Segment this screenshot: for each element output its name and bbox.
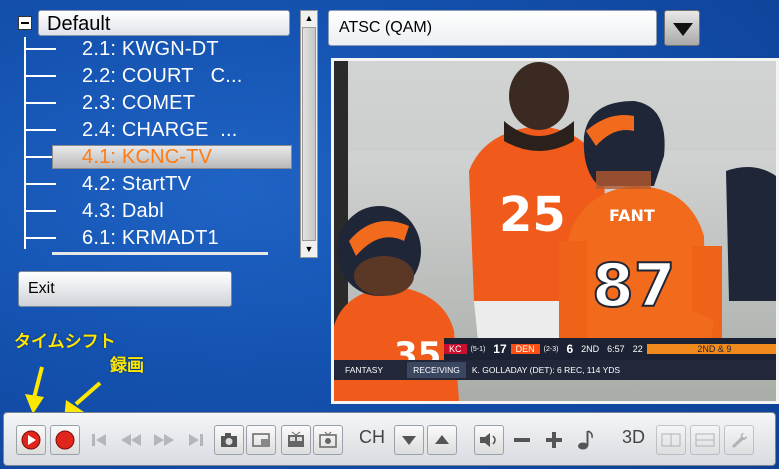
tv-icon (288, 431, 304, 447)
channel-item-label: 4.1: KCNC-TV (82, 146, 213, 168)
team1-record: (5-1) (470, 345, 486, 353)
list-divider (52, 252, 268, 255)
record-annotation: 録画 (110, 356, 144, 376)
channel-list[interactable]: 2.1: KWGN-DT 2.2: COURT C... 2.3: COMET 2.4… (24, 36, 294, 256)
jersey-number-25: 25 (499, 187, 566, 243)
channel-group-label[interactable]: Default (38, 10, 290, 36)
fast-forward-icon (154, 434, 174, 446)
tree-branch-line (24, 102, 56, 104)
exit-button[interactable]: Exit (18, 271, 232, 307)
fast-forward-button[interactable] (149, 425, 179, 455)
tree-branch-line (24, 129, 56, 131)
scroll-thumb[interactable] (302, 27, 316, 241)
picture-in-picture-icon (252, 433, 270, 447)
score-bug: KC (5-1) 17 DEN (2-3) 6 2ND 6:57 22 2ND … (444, 338, 776, 360)
source-select[interactable]: ATSC (QAM) (328, 10, 657, 46)
channel-item-label: 6.1: KRMADT1 (82, 227, 219, 249)
source-dropdown-button[interactable] (664, 10, 700, 46)
ticker-category: RECEIVING (407, 362, 466, 378)
record-icon (55, 430, 75, 450)
3d-sbs-button[interactable] (656, 425, 686, 455)
tree-branch-line (24, 210, 56, 212)
video-preview[interactable]: 25 FANT 87 35 KC (5-1) 17 DEN (2-3) 6 2N… (331, 58, 779, 404)
channel-item-label: 4.2: StartTV (82, 173, 192, 195)
timeshift-play-button[interactable] (16, 425, 46, 455)
chevron-down-icon (402, 436, 416, 445)
speaker-icon (480, 433, 496, 447)
chevron-up-icon (435, 435, 449, 444)
team1-score: 17 (493, 342, 507, 356)
team2-score: 6 (566, 342, 574, 356)
ticker-tag: FANTASY (345, 365, 384, 375)
down-distance: 2ND & 9 (646, 344, 776, 354)
timeshift-arrow-icon (25, 366, 44, 414)
minus-icon (514, 438, 530, 442)
multiview-button[interactable] (281, 425, 311, 455)
record-button[interactable] (50, 425, 80, 455)
tree-branch-line (24, 183, 56, 185)
camera-icon (221, 433, 237, 447)
pip-button[interactable] (246, 425, 276, 455)
scroll-down-icon[interactable]: ▼ (301, 242, 317, 256)
team2-record: (2-3) (543, 345, 559, 353)
channel-item[interactable]: 4.1: KCNC-TV (24, 144, 294, 171)
rewind-icon (121, 434, 141, 446)
2d-to-3d-button[interactable] (690, 425, 720, 455)
game-clock: 6:57 (607, 344, 625, 354)
3d-side-by-side-icon (661, 433, 681, 447)
channel-item-label: 2.2: COURT C... (82, 65, 243, 87)
timeshift-annotation: タイムシフト (14, 332, 116, 352)
volume-down-button[interactable] (507, 425, 537, 455)
channel-item[interactable]: 2.4: CHARGE ... (24, 117, 294, 144)
jersey-number-87: 87 (592, 251, 676, 321)
tree-branch-line (24, 75, 56, 77)
channel-item[interactable]: 2.1: KWGN-DT (24, 36, 294, 63)
skip-back-button[interactable] (84, 425, 114, 455)
plus-icon (546, 432, 562, 448)
wrench-icon (732, 433, 747, 448)
ticker-text: K. GOLLADAY (DET): 6 REC, 114 YDS (471, 365, 621, 375)
skip-forward-button[interactable] (181, 425, 211, 455)
channel-group-header[interactable]: Default (18, 10, 290, 37)
2d-to-3d-icon (695, 433, 715, 447)
team1-name: KC (444, 344, 467, 354)
collapse-icon[interactable] (18, 16, 32, 30)
mute-button[interactable] (474, 425, 504, 455)
skip-forward-icon (189, 434, 203, 446)
rewind-button[interactable] (116, 425, 146, 455)
tree-branch-line (24, 48, 56, 50)
stats-ticker: FANTASY RECEIVING K. GOLLADAY (DET): 6 R… (334, 360, 776, 380)
volume-up-button[interactable] (539, 425, 569, 455)
channel-item[interactable]: 2.3: COMET (24, 90, 294, 117)
skip-back-icon (92, 434, 106, 446)
channel-item-label: 2.3: COMET (82, 92, 196, 114)
channel-item-label: 4.3: Dabl (82, 200, 164, 222)
jersey-name-fant: FANT (609, 206, 655, 225)
play-clock: 22 (632, 344, 643, 354)
channel-item[interactable]: 2.2: COURT C... (24, 63, 294, 90)
scroll-up-icon[interactable]: ▲ (301, 11, 317, 25)
tv-mode-icon (319, 431, 337, 448)
channel-item[interactable]: 4.3: Dabl (24, 198, 294, 225)
snapshot-button[interactable] (214, 425, 244, 455)
3d-settings-button[interactable] (724, 425, 754, 455)
play-icon (21, 430, 41, 450)
channel-down-button[interactable] (394, 425, 424, 455)
game-quarter: 2ND (581, 344, 600, 354)
channel-label: CH (359, 427, 385, 447)
music-note-icon (578, 430, 593, 450)
channel-up-button[interactable] (427, 425, 457, 455)
channel-item[interactable]: 4.2: StartTV (24, 171, 294, 198)
playback-toolbar: CH 3D (3, 412, 776, 466)
team2-name: DEN (510, 344, 540, 354)
tree-branch-line (24, 237, 56, 239)
channel-item-label: 2.1: KWGN-DT (82, 38, 219, 60)
channel-list-scrollbar[interactable]: ▲ ▼ (300, 10, 318, 258)
channel-item-label: 2.4: CHARGE ... (82, 119, 238, 141)
channel-item[interactable]: 6.1: KRMADT1 (24, 225, 294, 252)
audio-button[interactable] (571, 425, 601, 455)
tv-mode-button[interactable] (313, 425, 343, 455)
mode-3d-label: 3D (622, 427, 646, 447)
